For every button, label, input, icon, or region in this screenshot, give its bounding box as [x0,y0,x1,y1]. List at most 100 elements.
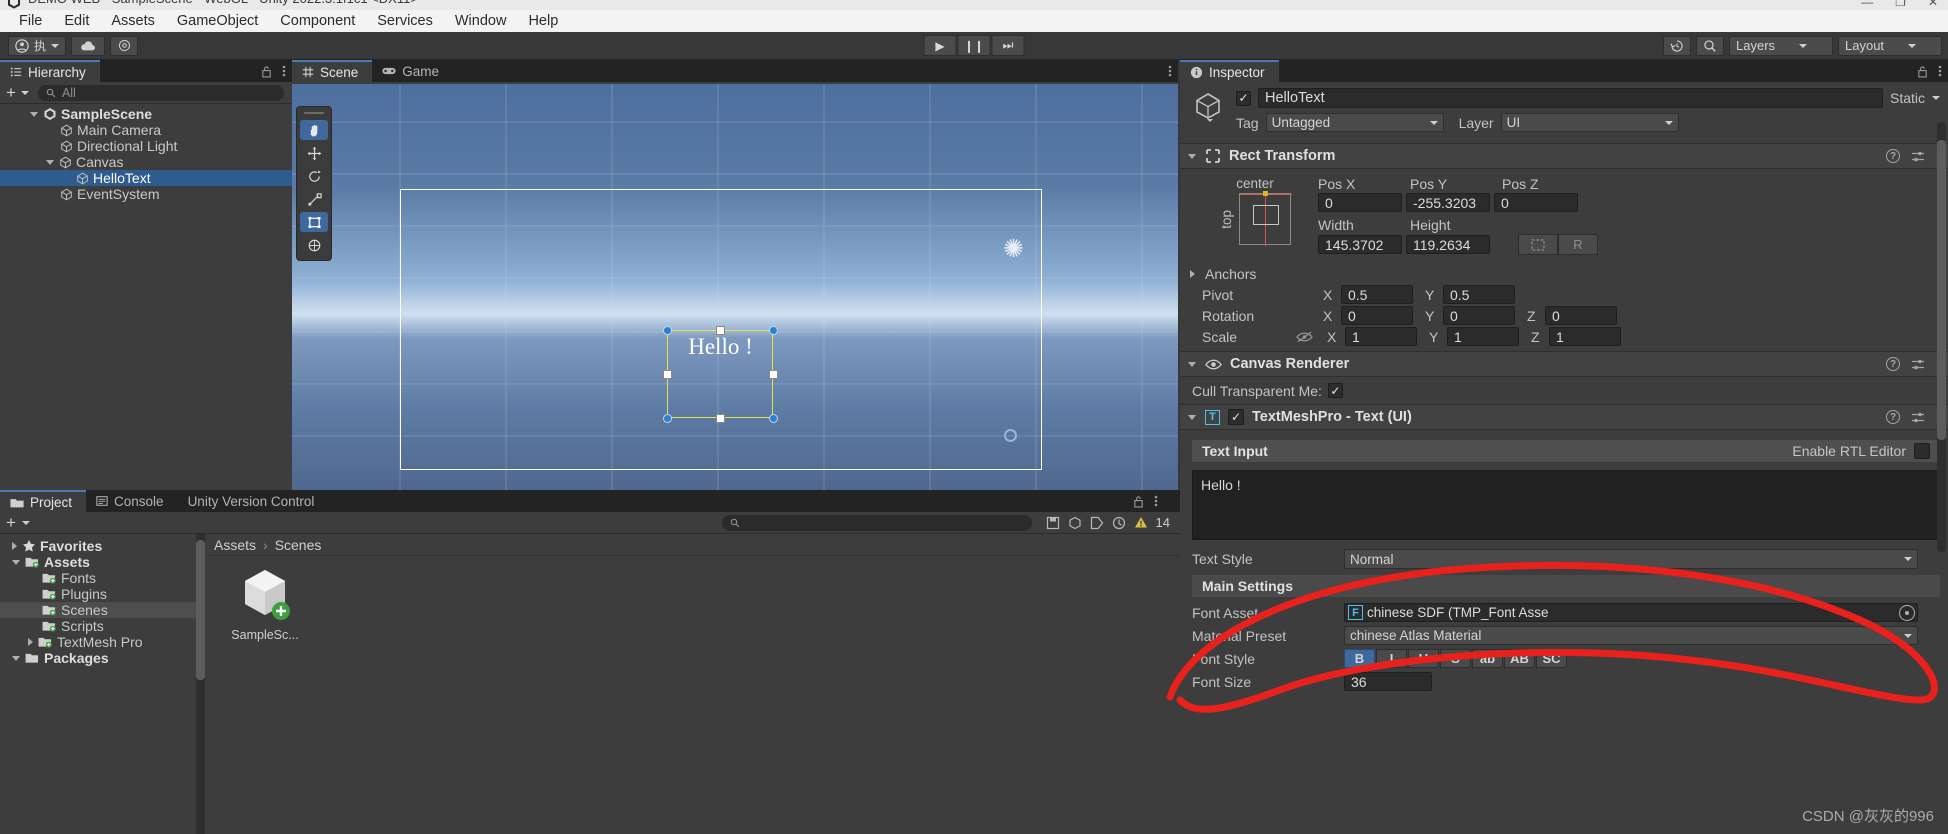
cloud-settings-button[interactable] [110,35,138,56]
menu-item-file[interactable]: File [8,10,53,32]
tab-scene[interactable]: Scene [292,60,373,82]
menu-item-window[interactable]: Window [444,10,518,32]
tools-drag-handle[interactable] [304,112,324,114]
menu-item-assets[interactable]: Assets [100,10,166,32]
rect-handle-bottom[interactable] [716,414,725,423]
chevron-down-icon[interactable] [1188,414,1196,420]
rotate-tool-button[interactable] [300,166,328,186]
rect-handle-bottom-right[interactable] [769,414,778,423]
font-size-input[interactable]: 36 [1344,672,1432,691]
tab-console[interactable]: Console [86,490,178,512]
chevron-down-icon[interactable] [1932,96,1940,100]
play-button[interactable]: ▶ [923,35,957,56]
hierarchy-item-eventsystem[interactable]: EventSystem [0,186,292,202]
inspector-scrollbar[interactable] [1937,122,1946,552]
rect-handle-left[interactable] [663,370,672,379]
font-style-button-b[interactable]: B [1344,649,1375,668]
preset-icon[interactable] [1911,150,1925,163]
preset-icon[interactable] [1911,358,1925,371]
chevron-down-icon[interactable] [1188,153,1196,159]
lock-icon[interactable] [1133,495,1144,508]
rect-handle-right[interactable] [769,370,778,379]
scale-tool-button[interactable] [300,189,328,209]
text-input-textarea[interactable]: Hello ! [1192,470,1938,540]
warning-icon[interactable] [1134,516,1148,529]
anchors-row[interactable]: Anchors [1180,263,1948,284]
account-button[interactable]: 执 [8,35,66,56]
hierarchy-item-hellotext[interactable]: HelloText [0,170,292,186]
chevron-down-icon[interactable] [46,159,54,165]
component-header-canvas-renderer[interactable]: Canvas Renderer ? [1180,351,1948,377]
cull-transparent-checkbox[interactable]: ✓ [1327,383,1343,398]
hierarchy-add-button[interactable]: + [4,84,18,101]
layers-dropdown[interactable]: Layers [1729,35,1833,56]
chevron-right-icon[interactable] [28,638,33,646]
help-icon[interactable]: ? [1886,357,1900,371]
minimize-button[interactable]: — [1861,0,1873,9]
project-item-favorites[interactable]: Favorites [0,538,200,554]
material-preset-dropdown[interactable]: chinese Atlas Material [1344,626,1918,645]
project-tree-scrollbar[interactable] [196,534,205,834]
kebab-menu-icon[interactable] [1168,64,1172,78]
font-style-button-s[interactable]: S [1440,649,1471,668]
preset-icon[interactable] [1911,411,1925,424]
project-item-scripts[interactable]: Scripts [0,618,200,634]
object-enabled-checkbox[interactable]: ✓ [1236,90,1251,106]
tag-dropdown[interactable]: Untagged [1265,113,1444,132]
pos-z-input[interactable]: 0 [1494,193,1578,212]
pivot-handle[interactable] [1004,429,1017,442]
kebab-menu-icon[interactable] [1154,494,1158,508]
chevron-down-icon[interactable] [30,111,38,117]
pivot-x-input[interactable]: 0.5 [1341,285,1413,304]
hierarchy-item-canvas[interactable]: Canvas [0,154,292,170]
constrain-proportions-icon[interactable] [1296,330,1313,344]
chevron-right-icon[interactable] [12,542,17,550]
scale-x-input[interactable]: 1 [1345,327,1417,346]
rect-tool-button[interactable] [300,212,328,232]
lock-icon[interactable] [261,65,272,78]
project-search-input[interactable] [721,514,1032,531]
tab-project[interactable]: Project [0,490,87,512]
chevron-right-icon[interactable] [1190,269,1195,278]
width-input[interactable]: 145.3702 [1318,235,1402,254]
project-item-assets[interactable]: Assets [0,554,200,570]
rotation-x-input[interactable]: 0 [1341,306,1413,325]
font-style-button-ab[interactable]: AB [1504,649,1535,668]
help-icon[interactable]: ? [1886,149,1900,163]
pivot-y-input[interactable]: 0.5 [1443,285,1515,304]
menu-item-gameobject[interactable]: GameObject [166,10,269,32]
asset-tile-samplescene[interactable]: SampleSc... [230,564,300,642]
chevron-down-icon[interactable] [12,655,20,661]
menu-item-services[interactable]: Services [366,10,444,32]
hand-tool-button[interactable] [300,120,328,140]
cloud-button[interactable] [71,35,105,56]
pause-button[interactable]: ❙❙ [957,35,991,56]
scale-z-input[interactable]: 1 [1549,327,1621,346]
project-item-plugins[interactable]: Plugins [0,586,200,602]
chevron-down-icon[interactable] [12,559,20,565]
font-style-button-i[interactable]: I [1376,649,1407,668]
global-search-button[interactable] [1696,35,1724,56]
height-input[interactable]: 119.2634 [1406,235,1490,254]
maximize-button[interactable]: ❐ [1895,0,1906,9]
menu-item-edit[interactable]: Edit [53,10,100,32]
pos-y-input[interactable]: -255.3203 [1406,193,1490,212]
step-button[interactable]: ⏭ [991,35,1025,56]
project-item-scenes[interactable]: Scenes [0,602,200,618]
layout-dropdown[interactable]: Layout [1838,35,1942,56]
hierarchy-item-directional-light[interactable]: Directional Light [0,138,292,154]
object-picker-icon[interactable] [1899,604,1915,621]
menu-item-component[interactable]: Component [269,10,366,32]
project-item-fonts[interactable]: Fonts [0,570,200,586]
font-asset-object-field[interactable]: F chinese SDF (TMP_Font Asse [1344,603,1918,622]
anchor-preset-button[interactable] [1239,191,1292,246]
close-button[interactable]: ✕ [1928,0,1938,9]
rotation-z-input[interactable]: 0 [1545,306,1617,325]
project-item-packages[interactable]: Packages [0,650,200,666]
tab-unity-version-control[interactable]: Unity Version Control [177,490,329,512]
rtl-editor-checkbox[interactable] [1914,443,1930,459]
chevron-down-icon[interactable] [21,520,30,525]
rect-handle-bottom-left[interactable] [663,414,672,423]
move-tool-button[interactable] [300,143,328,163]
breadcrumb-assets[interactable]: Assets [214,537,256,553]
